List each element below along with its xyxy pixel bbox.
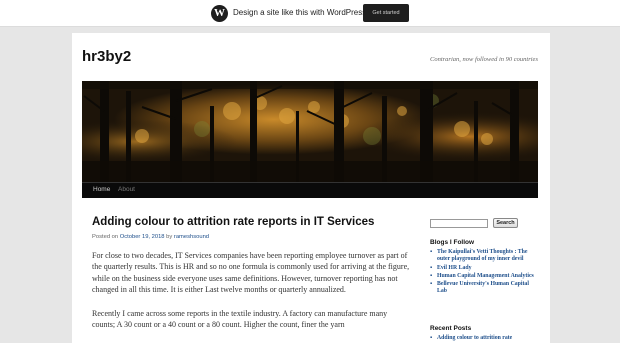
post-content: For close to two decades, IT Services co…	[92, 250, 410, 342]
blog-link[interactable]: Bellevue University's Human Capital Lab	[430, 281, 540, 296]
search-button[interactable]: Search	[493, 218, 518, 228]
blog-link[interactable]: Evil HR Lady	[430, 265, 540, 273]
forest-header-picture	[82, 81, 538, 182]
post-title[interactable]: Adding colour to attrition rate reports …	[92, 216, 374, 228]
main-navigation: Home About	[82, 182, 538, 198]
by-label: by	[166, 234, 173, 240]
blog-link[interactable]: Human Capital Management Analytics	[430, 273, 540, 281]
search-input[interactable]	[430, 219, 488, 228]
wordpress-promo-bar: W Design a site like this with WordPress…	[0, 0, 620, 27]
wordpress-logo-icon[interactable]: W	[211, 5, 228, 22]
site-title[interactable]: hr3by2	[82, 48, 131, 65]
blogs-i-follow-heading: Blogs I Follow	[430, 239, 475, 246]
recent-posts-list: Adding colour to attrition rate	[430, 335, 540, 343]
blogs-list: The Kaipullai's Vetti Thoughts : The out…	[430, 249, 540, 297]
header-image[interactable]	[82, 81, 538, 182]
nav-item-home[interactable]: Home	[93, 186, 110, 193]
nav-item-about[interactable]: About	[118, 186, 135, 193]
site-description: Contrarian, now followed in 90 countries	[430, 56, 538, 63]
page-container: hr3by2 Contrarian, now followed in 90 co…	[72, 33, 550, 343]
post-meta: Posted on October 19, 2018 by rameshsoun…	[92, 234, 209, 240]
post-paragraph: Recently I came across some reports in t…	[92, 308, 388, 330]
promo-text[interactable]: Design a site like this with WordPress.c…	[233, 8, 384, 17]
post-paragraph: For close to two decades, IT Services co…	[92, 251, 410, 295]
post-author-link[interactable]: rameshsound	[174, 234, 209, 240]
post-date-link[interactable]: October 19, 2018	[120, 234, 165, 240]
recent-posts-heading: Recent Posts	[430, 325, 472, 332]
blog-link[interactable]: The Kaipullai's Vetti Thoughts : The out…	[430, 249, 540, 264]
get-started-button[interactable]: Get started	[363, 4, 409, 22]
recent-post-link[interactable]: Adding colour to attrition rate	[430, 335, 540, 343]
posted-on-label: Posted on	[92, 234, 119, 240]
